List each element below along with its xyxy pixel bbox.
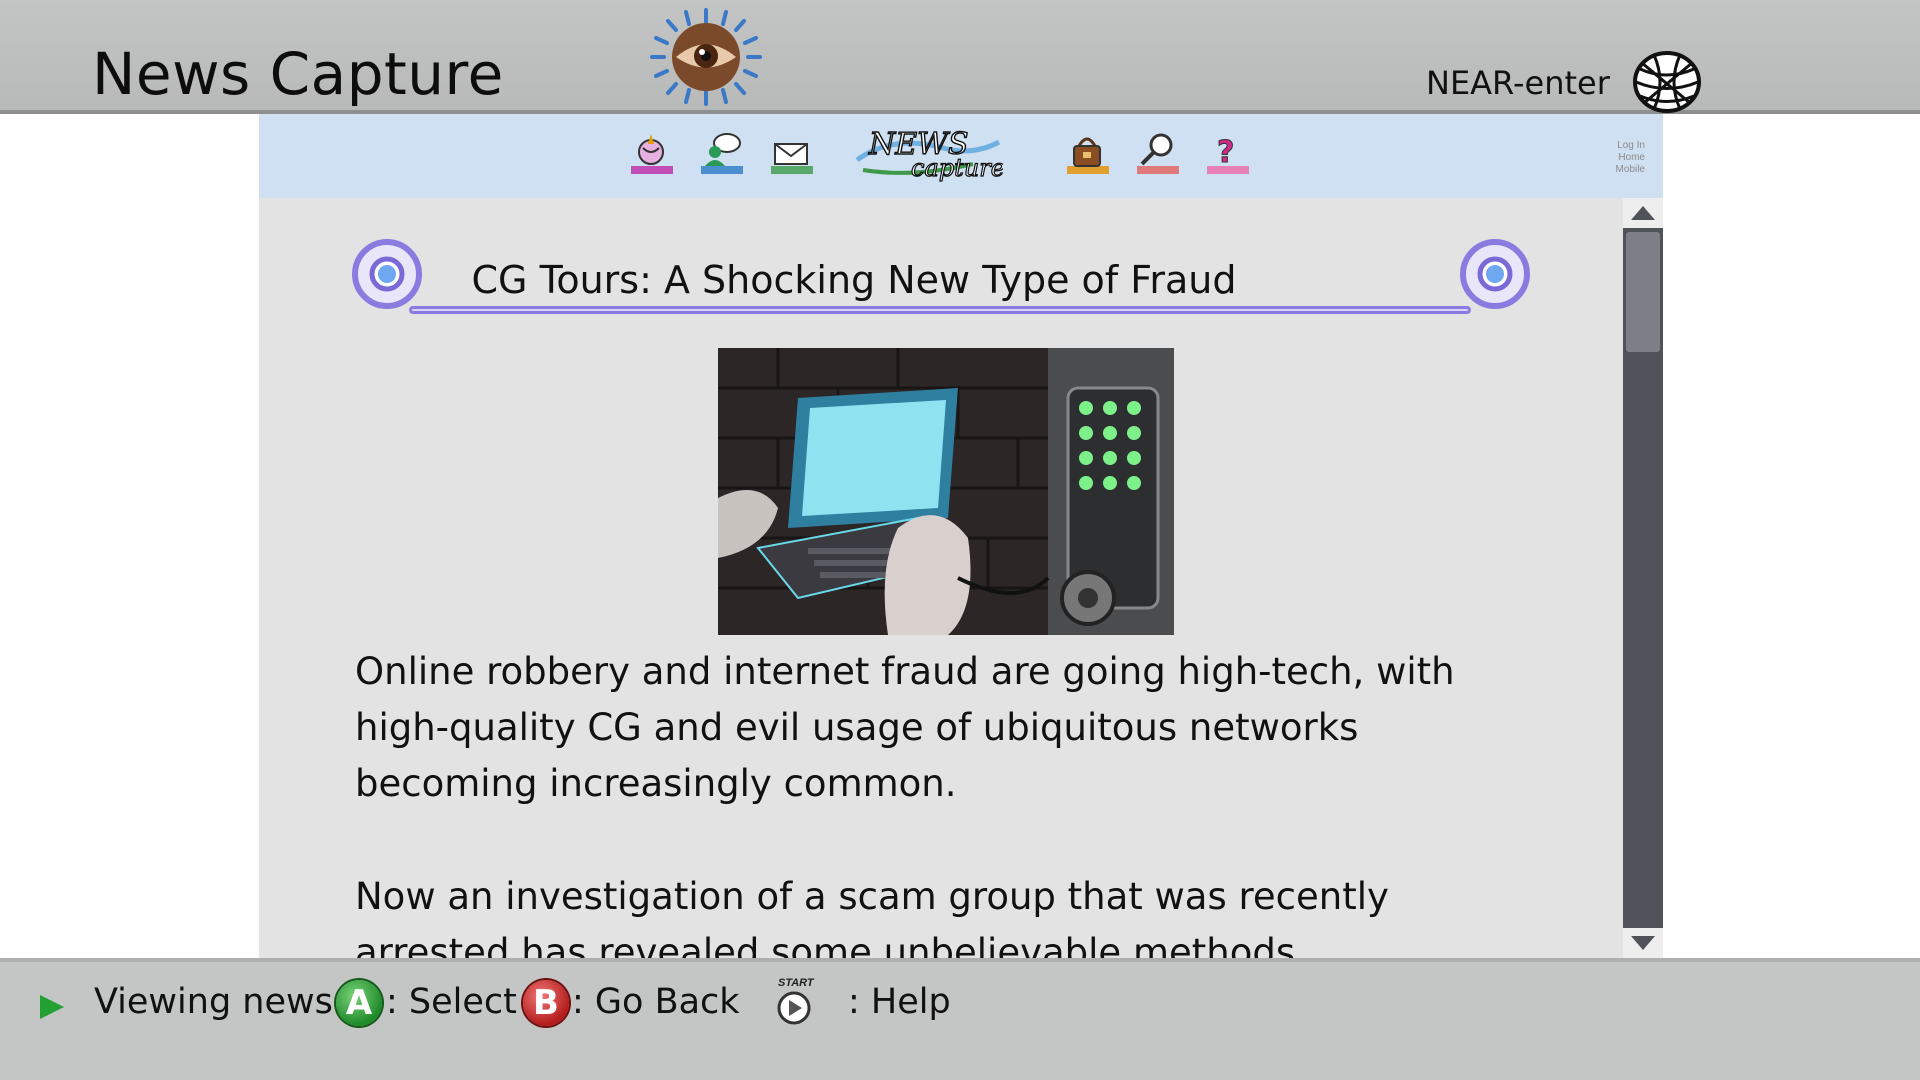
browser-frame: NEWS capture ? Log In Home Mobile CG Tou… <box>259 114 1663 958</box>
service-name: NEAR-enter <box>1426 64 1610 102</box>
article-image <box>718 348 1174 635</box>
help-hint: : Help <box>848 982 951 1022</box>
play-arrow-icon <box>38 992 66 1022</box>
vertical-scrollbar[interactable] <box>1623 198 1663 958</box>
site-nav-bar: NEWS capture ? Log In Home Mobile <box>259 114 1663 198</box>
account-links: Log In Home Mobile <box>1616 140 1645 176</box>
shop-bag-icon[interactable] <box>1065 130 1111 178</box>
site-logo-bottom-text: capture <box>911 154 1003 182</box>
select-hint: : Select <box>386 982 517 1022</box>
b-button-icon[interactable]: B <box>523 980 569 1026</box>
search-icon[interactable] <box>1135 130 1181 178</box>
globe-pin-icon[interactable] <box>629 130 675 178</box>
svg-text:START: START <box>778 977 815 989</box>
scroll-down-button[interactable] <box>1623 928 1663 958</box>
a-button-icon[interactable]: A <box>336 980 382 1026</box>
login-link[interactable]: Log In <box>1616 140 1645 152</box>
start-button-icon[interactable]: START <box>774 972 818 1028</box>
network-globe-icon <box>1632 51 1702 113</box>
top-header: News Capture NEAR-enter <box>0 0 1920 114</box>
svg-text:?: ? <box>1217 135 1234 170</box>
home-link[interactable]: Home <box>1616 152 1645 164</box>
article-paragraph-2: Now an investigation of a scam group tha… <box>355 875 1389 958</box>
help-icon[interactable]: ? <box>1205 130 1251 178</box>
article-headline: CG Tours: A Shocking New Type of Fraud <box>471 258 1237 302</box>
triangle-down-icon <box>1631 936 1655 950</box>
app-title: News Capture <box>92 40 504 108</box>
article-content: CG Tours: A Shocking New Type of Fraud O… <box>259 198 1623 958</box>
mobile-link[interactable]: Mobile <box>1616 164 1645 176</box>
scroll-thumb[interactable] <box>1626 232 1660 352</box>
scroll-up-button[interactable] <box>1623 198 1663 228</box>
status-text: Viewing news. <box>94 982 345 1022</box>
triangle-up-icon <box>1631 206 1655 220</box>
article-paragraph-1: Online robbery and internet fraud are go… <box>355 650 1455 805</box>
mail-icon[interactable] <box>769 130 815 178</box>
go-back-hint: : Go Back <box>572 982 740 1022</box>
news-capture-logo[interactable]: NEWS capture <box>853 120 1005 186</box>
status-bar: Viewing news. A : Select B : Go Back STA… <box>0 958 1920 1080</box>
chat-user-icon[interactable] <box>699 130 745 178</box>
eye-logo-icon <box>648 6 764 108</box>
